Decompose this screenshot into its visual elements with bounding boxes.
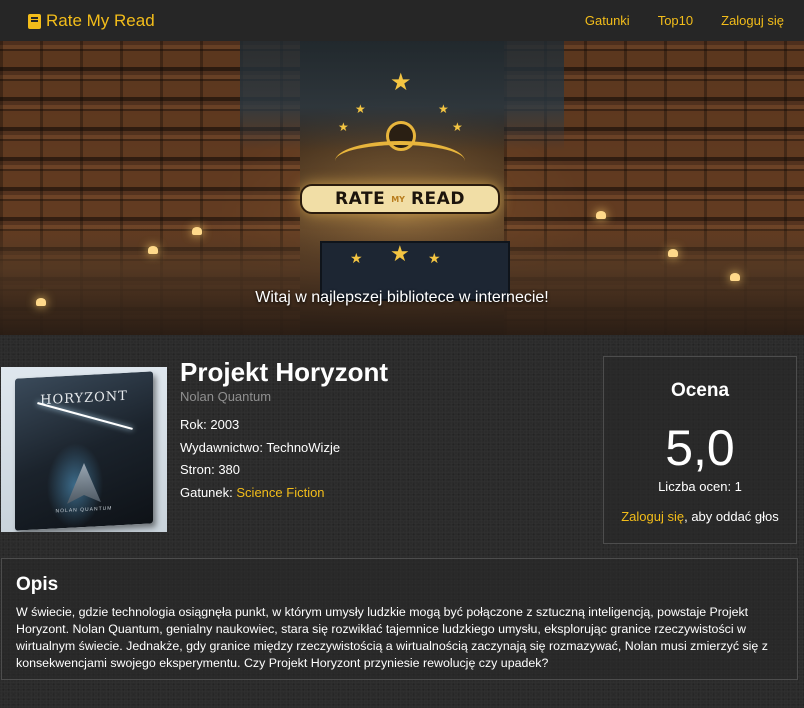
nav-link-genres[interactable]: Gatunki bbox=[585, 13, 630, 28]
book-author: Nolan Quantum bbox=[180, 389, 272, 404]
star-icon: ★ bbox=[355, 102, 366, 116]
navbar: Rate My Read Gatunki Top10 Zaloguj się bbox=[0, 0, 804, 41]
book-publisher: Wydawnictwo: TechnoWizje bbox=[180, 440, 340, 455]
nav-link-top10[interactable]: Top10 bbox=[658, 13, 693, 28]
cover-light-ray bbox=[37, 402, 133, 430]
lamp-icon bbox=[596, 211, 606, 219]
book-title: Projekt Horyzont bbox=[180, 357, 389, 387]
book-cover: HORYZONT NOLAN QUANTUM bbox=[1, 367, 167, 532]
rating-login-suffix: , aby oddać głos bbox=[684, 509, 779, 524]
brand-link[interactable]: Rate My Read bbox=[28, 11, 155, 31]
rating-login-prompt: Zaloguj się, aby oddać głos bbox=[604, 509, 796, 524]
lamp-icon bbox=[192, 227, 202, 235]
cover-title: HORYZONT bbox=[40, 388, 128, 409]
description-panel: Opis W świecie, gdzie technologia osiągn… bbox=[1, 558, 798, 680]
star-icon: ★ bbox=[390, 241, 410, 266]
book-pages: Stron: 380 bbox=[180, 462, 240, 477]
rating-value: 5,0 bbox=[665, 420, 735, 476]
book-cover-art: HORYZONT NOLAN QUANTUM bbox=[15, 371, 153, 531]
star-icon: ★ bbox=[438, 102, 449, 116]
nav-link-login[interactable]: Zaloguj się bbox=[721, 13, 784, 28]
open-book-icon bbox=[335, 141, 465, 181]
lamp-icon bbox=[148, 246, 158, 254]
star-icon: ★ bbox=[428, 250, 441, 266]
logo-word-my: MY bbox=[391, 194, 405, 204]
lamp-icon bbox=[730, 273, 740, 281]
description-text: W świecie, gdzie technologia osiągnęła p… bbox=[16, 605, 768, 670]
brand-label: Rate My Read bbox=[46, 10, 155, 30]
book-genre-link[interactable]: Science Fiction bbox=[236, 485, 324, 500]
star-icon: ★ bbox=[350, 250, 363, 266]
star-icon: ★ bbox=[390, 69, 412, 96]
book-genre: Gatunek: Science Fiction bbox=[180, 485, 325, 500]
book-icon bbox=[28, 13, 41, 29]
lamp-icon bbox=[668, 249, 678, 257]
rating-count: Liczba ocen: 1 bbox=[658, 479, 742, 494]
description-heading: Opis bbox=[16, 574, 59, 595]
rating-login-link[interactable]: Zaloguj się bbox=[621, 509, 684, 524]
book-publisher-value: TechnoWizje bbox=[266, 440, 341, 455]
logo-word-read: READ bbox=[410, 189, 465, 209]
book-genre-label: Gatunek: bbox=[180, 485, 233, 500]
logo-word-rate: RATE bbox=[335, 189, 386, 209]
hero-logo: RATE MY READ bbox=[300, 184, 500, 214]
star-icon: ★ bbox=[338, 120, 349, 134]
rating-panel: Ocena 5,0 Liczba ocen: 1 Zaloguj się, ab… bbox=[603, 356, 797, 544]
book-year-value: 2003 bbox=[210, 417, 240, 432]
book-pages-value: 380 bbox=[218, 462, 241, 477]
book-year: Rok: 2003 bbox=[180, 417, 239, 432]
hero-tagline: Witaj w najlepszej bibliotece w internec… bbox=[255, 289, 549, 306]
cover-author: NOLAN QUANTUM bbox=[55, 505, 113, 515]
book-year-label: Rok: bbox=[180, 417, 207, 432]
star-icon: ★ bbox=[452, 120, 463, 134]
nav-links: Gatunki Top10 Zaloguj się bbox=[585, 13, 784, 28]
book-publisher-label: Wydawnictwo: bbox=[180, 440, 263, 455]
spaceship-icon bbox=[67, 462, 101, 504]
hero-banner: ★ ★ ★ ★ ★ RATE MY READ ★ ★ ★ Witaj w naj… bbox=[0, 41, 804, 335]
rating-title: Ocena bbox=[670, 380, 730, 401]
book-pages-label: Stron: bbox=[180, 462, 215, 477]
